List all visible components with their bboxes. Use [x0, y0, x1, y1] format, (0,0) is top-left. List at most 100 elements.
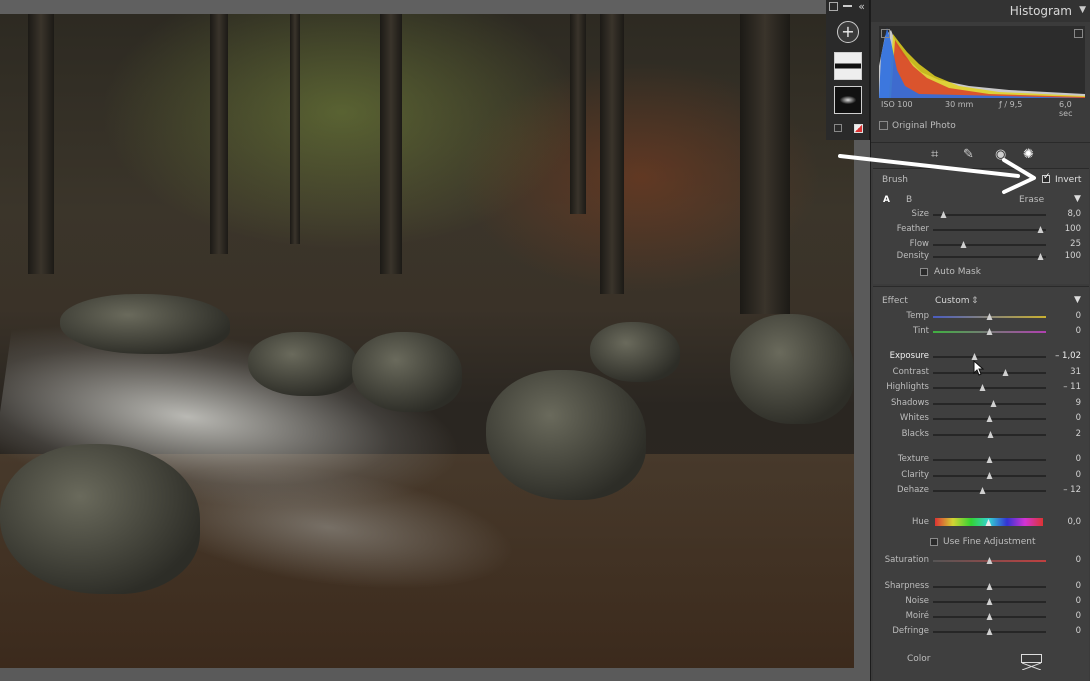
slider-value: 0	[1075, 326, 1081, 336]
photo-tree	[570, 14, 586, 214]
auto-mask-checkbox[interactable]	[920, 268, 928, 276]
collapse-chevron-icon[interactable]: «	[858, 0, 865, 13]
slider-row-shadows[interactable]: Shadows 9	[873, 397, 1089, 411]
slider-row-whites[interactable]: Whites 0	[873, 412, 1089, 426]
slider-knob[interactable]	[986, 598, 992, 605]
highlight-clipping-icon[interactable]	[1074, 29, 1083, 38]
slider-row-size[interactable]: Size 8,0	[873, 208, 1089, 222]
histogram-header[interactable]: Histogram ▼	[871, 0, 1090, 22]
slider-track[interactable]	[933, 628, 1046, 635]
slider-track[interactable]	[933, 598, 1046, 605]
slider-knob[interactable]	[1002, 369, 1009, 376]
slider-track[interactable]	[933, 241, 1046, 248]
tool-strip: ⌗ ✎ ◉ ✺	[871, 142, 1090, 168]
slider-track[interactable]	[933, 328, 1046, 335]
slider-knob[interactable]	[986, 328, 992, 335]
slider-track[interactable]	[933, 583, 1046, 590]
add-mask-button[interactable]: +	[837, 21, 859, 43]
panel-mode-icon[interactable]	[829, 2, 838, 11]
slider-row-blacks[interactable]: Blacks 2	[873, 428, 1089, 442]
slider-track[interactable]	[933, 211, 1046, 218]
slider-knob[interactable]	[986, 472, 992, 479]
slider-track[interactable]	[933, 557, 1046, 564]
slider-row-clarity[interactable]: Clarity 0	[873, 469, 1089, 483]
slider-track[interactable]	[933, 472, 1046, 479]
slider-track[interactable]	[933, 456, 1046, 463]
slider-row-saturation[interactable]: Saturation 0	[873, 554, 1089, 568]
slider-row-noise[interactable]: Noise 0	[873, 595, 1089, 609]
photo-tree	[290, 14, 300, 244]
slider-knob[interactable]	[990, 400, 997, 407]
slider-knob[interactable]	[986, 613, 992, 620]
slider-row-defringe[interactable]: Defringe 0	[873, 625, 1089, 639]
slider-row-sharpness[interactable]: Sharpness 0	[873, 580, 1089, 594]
slider-row-feather[interactable]: Feather 100	[873, 223, 1089, 237]
iso-value: ISO 100	[881, 100, 913, 109]
mask-thumbnail-1[interactable]	[834, 52, 862, 80]
original-photo-checkbox[interactable]	[879, 121, 888, 130]
slider-track[interactable]	[933, 431, 1046, 438]
slider-track[interactable]	[933, 313, 1046, 320]
minimize-icon[interactable]	[843, 5, 852, 7]
slider-track[interactable]	[933, 226, 1046, 233]
histogram-graph	[879, 26, 1085, 98]
show-overlay-checkbox[interactable]	[834, 124, 842, 132]
slider-value: 0	[1075, 454, 1081, 464]
slider-row-density[interactable]: Density 100	[873, 250, 1089, 264]
slider-track[interactable]	[933, 613, 1046, 620]
slider-value: – 11	[1063, 382, 1081, 392]
brush-erase[interactable]: Erase	[1019, 195, 1044, 205]
slider-track[interactable]	[933, 487, 1046, 494]
slider-row-dehaze[interactable]: Dehaze – 12	[873, 484, 1089, 498]
slider-knob[interactable]	[986, 628, 992, 635]
auto-mask-label: Auto Mask	[934, 267, 981, 277]
masking-icon[interactable]: ✺	[1023, 147, 1034, 162]
red-eye-icon[interactable]: ◉	[995, 147, 1006, 162]
slider-knob[interactable]	[986, 557, 992, 564]
slider-knob[interactable]	[1037, 226, 1044, 233]
mask-thumbnail-2[interactable]	[834, 86, 862, 114]
slider-knob[interactable]	[979, 487, 986, 494]
dropdown-arrows-icon[interactable]: ⇕	[971, 296, 979, 306]
overlay-color-icon[interactable]	[854, 124, 863, 133]
effect-menu-triangle-icon[interactable]: ▼	[1074, 295, 1081, 305]
fine-adjustment-label: Use Fine Adjustment	[943, 537, 1036, 547]
brush-tab-a[interactable]: A	[883, 195, 890, 205]
slider-knob[interactable]	[986, 583, 992, 590]
slider-label: Highlights	[886, 382, 929, 392]
slider-knob[interactable]	[971, 353, 978, 360]
slider-track[interactable]	[933, 415, 1046, 422]
hue-slider-knob[interactable]	[985, 519, 992, 526]
crop-icon[interactable]: ⌗	[931, 147, 938, 162]
slider-knob[interactable]	[940, 211, 947, 218]
shadow-clipping-icon[interactable]	[881, 29, 890, 38]
slider-track[interactable]	[933, 253, 1046, 260]
slider-track[interactable]	[933, 353, 1046, 360]
slider-row-tint[interactable]: Tint 0	[873, 325, 1089, 339]
brush-menu-triangle-icon[interactable]: ▼	[1074, 194, 1081, 204]
slider-knob[interactable]	[979, 384, 986, 391]
slider-row-highlights[interactable]: Highlights – 11	[873, 381, 1089, 395]
slider-row-moir[interactable]: Moiré 0	[873, 610, 1089, 624]
healing-icon[interactable]: ✎	[963, 147, 974, 162]
photo-canvas[interactable]	[0, 14, 854, 668]
slider-knob[interactable]	[960, 241, 966, 248]
slider-knob[interactable]	[1037, 253, 1044, 260]
collapse-triangle-icon[interactable]: ▼	[1079, 5, 1086, 15]
slider-knob[interactable]	[986, 415, 992, 422]
original-photo-toggle[interactable]: Original Photo	[879, 121, 956, 131]
fine-adjustment-checkbox[interactable]	[930, 538, 938, 546]
brush-tab-b[interactable]: B	[906, 195, 912, 205]
slider-row-texture[interactable]: Texture 0	[873, 453, 1089, 467]
slider-knob[interactable]	[987, 431, 994, 438]
slider-track[interactable]	[933, 400, 1046, 407]
effect-preset-dropdown[interactable]: Custom	[935, 296, 969, 306]
slider-knob[interactable]	[986, 313, 992, 320]
slider-row-temp[interactable]: Temp 0	[873, 310, 1089, 324]
invert-check-icon: ✓	[1043, 172, 1051, 182]
color-swatch[interactable]	[1021, 654, 1042, 671]
slider-track[interactable]	[933, 384, 1046, 391]
slider-knob[interactable]	[986, 456, 992, 463]
slider-track[interactable]	[933, 369, 1046, 376]
hue-row[interactable]: Hue 0,0	[873, 516, 1089, 530]
